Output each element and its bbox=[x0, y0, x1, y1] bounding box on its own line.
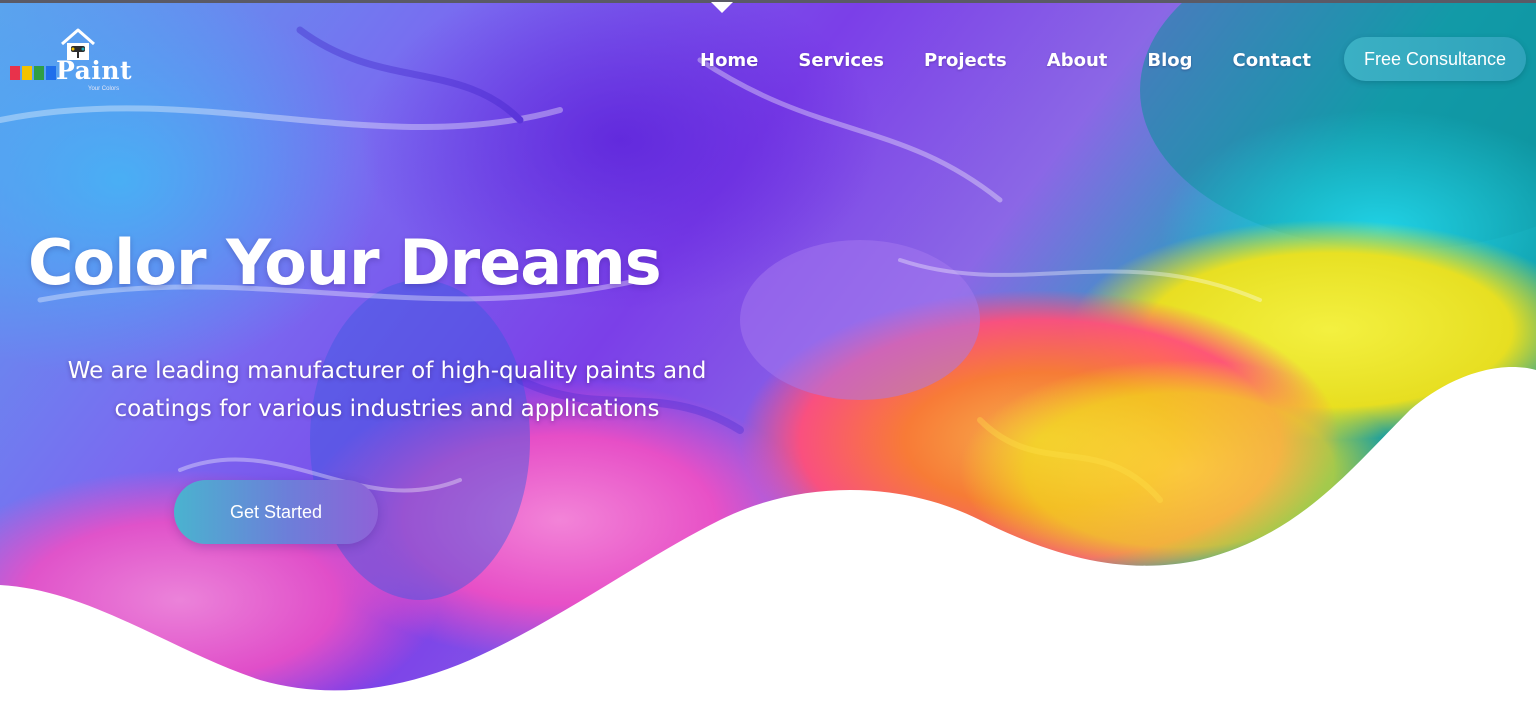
top-border bbox=[0, 0, 1536, 3]
site-logo[interactable]: Paint Your Colors bbox=[10, 26, 140, 96]
hero-subtitle: We are leading manufacturer of high-qual… bbox=[67, 358, 707, 422]
get-started-button[interactable]: Get Started bbox=[174, 480, 378, 544]
main-navigation: Home Services Projects About Blog Contac… bbox=[700, 46, 1311, 74]
nav-projects[interactable]: Projects bbox=[924, 50, 1007, 71]
nav-home[interactable]: Home bbox=[700, 50, 758, 71]
nav-about[interactable]: About bbox=[1047, 50, 1108, 71]
nav-blog[interactable]: Blog bbox=[1147, 50, 1192, 71]
hero-title: Color Your Dreams bbox=[28, 226, 662, 299]
top-caret-icon bbox=[711, 2, 733, 13]
free-consultance-button[interactable]: Free Consultance bbox=[1344, 37, 1526, 81]
hero-section: Paint Your Colors Home Services Projects… bbox=[0, 0, 1536, 708]
logo-text: Paint bbox=[56, 56, 133, 85]
logo-tagline: Your Colors bbox=[88, 86, 120, 92]
logo-color-swatches bbox=[10, 66, 56, 80]
nav-contact[interactable]: Contact bbox=[1233, 50, 1311, 71]
nav-services[interactable]: Services bbox=[798, 50, 884, 71]
